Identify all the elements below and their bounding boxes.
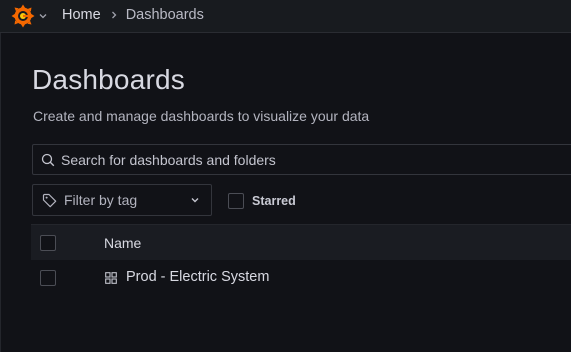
breadcrumb: Home Dashboards <box>62 0 204 29</box>
tag-filter-label: Filter by tag <box>64 192 138 208</box>
tag-icon <box>42 193 57 207</box>
page-subtitle: Create and manage dashboards to visualiz… <box>33 108 370 124</box>
grafana-logo-icon <box>11 4 35 28</box>
top-nav-bar: Home Dashboards <box>0 0 571 33</box>
page-title: Dashboards <box>32 64 185 95</box>
dashboard-grid-icon <box>105 272 117 284</box>
starred-checkbox[interactable] <box>228 192 244 209</box>
row-checkbox[interactable] <box>40 270 56 286</box>
table-header: Name <box>31 224 571 260</box>
breadcrumb-current: Dashboards <box>125 6 204 23</box>
search-input[interactable] <box>61 151 541 168</box>
dashboard-name-link[interactable]: Prod - Electric System <box>126 269 269 285</box>
starred-label: Starred <box>252 193 296 208</box>
tag-filter-select[interactable]: Filter by tag <box>32 184 212 216</box>
search-box[interactable] <box>32 144 571 175</box>
table-row[interactable]: Prod - Electric System <box>31 260 571 296</box>
left-divider <box>0 33 1 352</box>
search-icon <box>41 153 55 166</box>
column-header-name[interactable]: Name <box>104 235 141 251</box>
chevron-down-icon <box>191 198 199 203</box>
breadcrumb-home-link[interactable]: Home <box>62 7 101 23</box>
chevron-down-icon <box>39 14 47 19</box>
select-all-checkbox[interactable] <box>40 235 56 251</box>
chevron-right-icon <box>110 10 118 20</box>
starred-filter[interactable]: Starred <box>228 192 296 209</box>
grafana-home-menu-button[interactable] <box>10 3 50 29</box>
